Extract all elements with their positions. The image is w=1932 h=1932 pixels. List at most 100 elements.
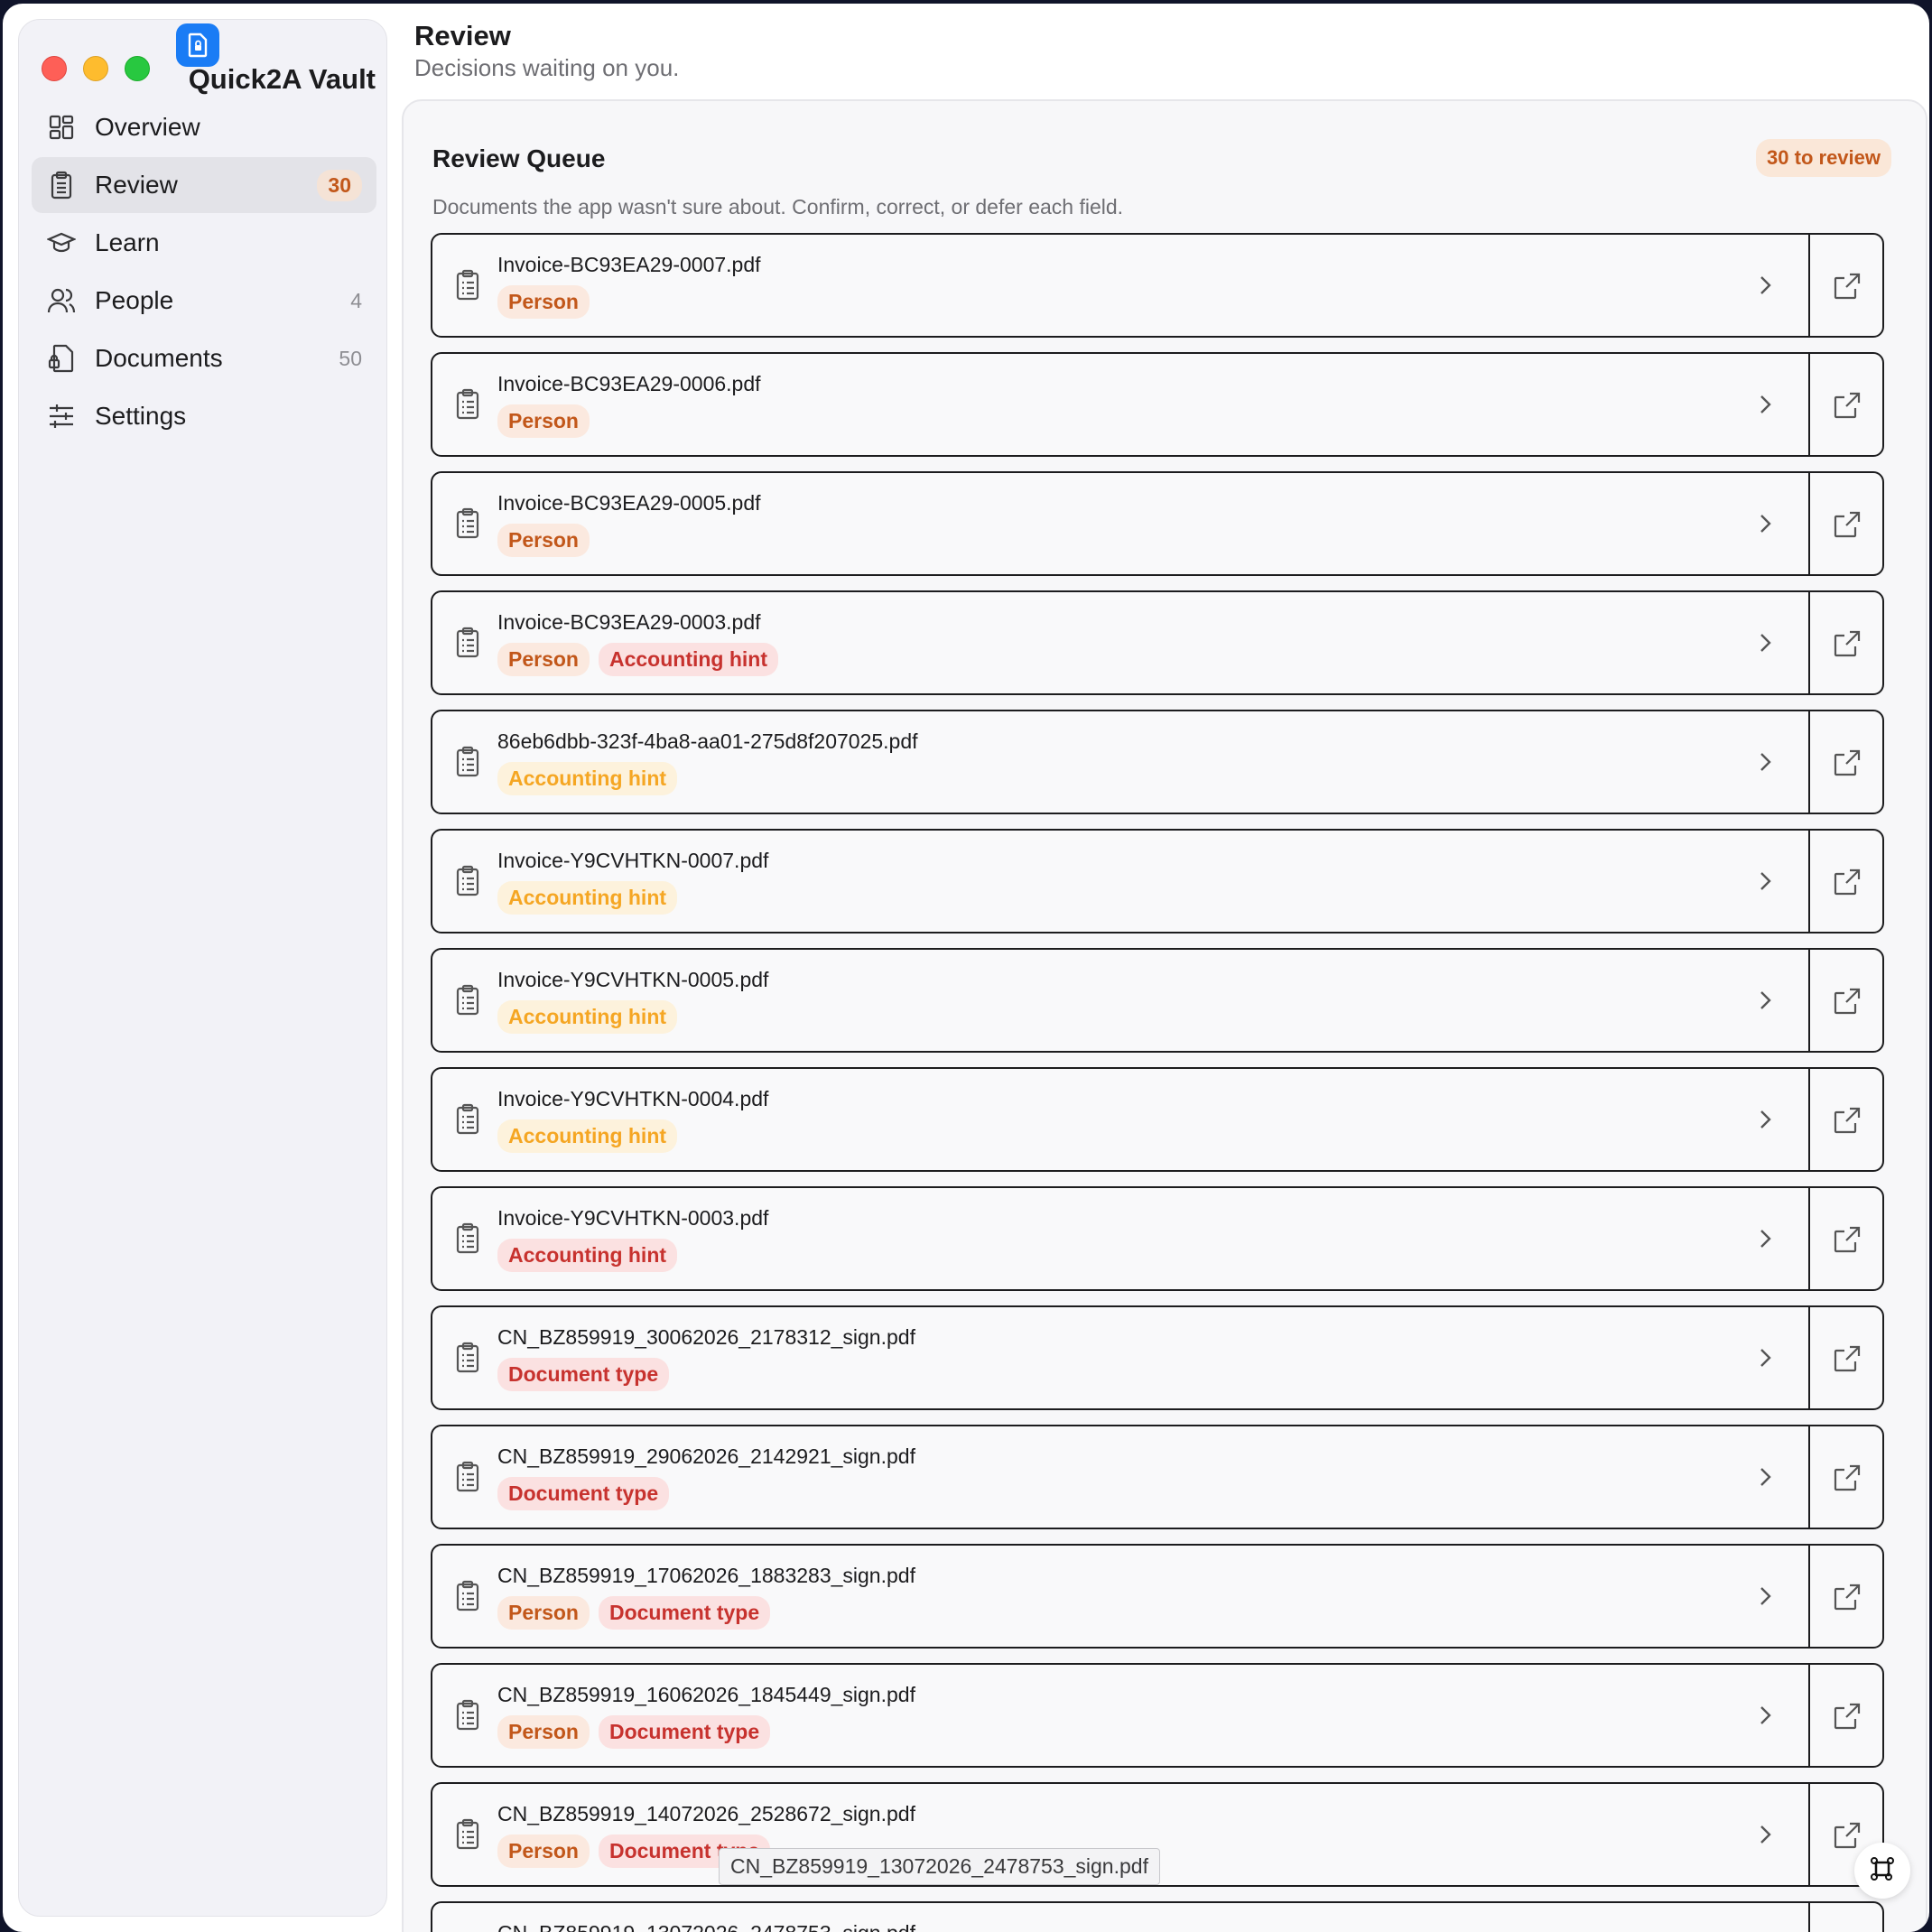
field-tag: Person: [497, 1596, 590, 1630]
close-window-button[interactable]: [42, 56, 67, 81]
sidebar-item-learn[interactable]: Learn: [32, 215, 376, 271]
people-icon: [46, 285, 77, 316]
field-tag: Accounting hint: [497, 1119, 678, 1153]
open-external-icon[interactable]: [1832, 1582, 1862, 1612]
row-divider: [1808, 1426, 1810, 1528]
clipboard-icon: [454, 388, 487, 424]
chevron-right-icon[interactable]: [1751, 509, 1779, 538]
open-external-icon[interactable]: [1832, 1343, 1862, 1374]
app-logo-icon: [176, 23, 219, 67]
chevron-right-icon[interactable]: [1751, 390, 1779, 419]
field-tag: Person: [497, 404, 590, 438]
open-external-icon[interactable]: [1832, 1820, 1862, 1851]
row-divider: [1808, 1665, 1810, 1766]
documents-count: 50: [339, 346, 362, 370]
field-tags: Accounting hint: [497, 1239, 678, 1272]
field-tags: Accounting hint: [497, 1119, 678, 1153]
chevron-right-icon[interactable]: [1751, 1105, 1779, 1134]
sidebar-item-review[interactable]: Review 30: [32, 157, 376, 213]
sidebar-item-settings[interactable]: Settings: [32, 388, 376, 444]
queue-row[interactable]: Invoice-BC93EA29-0005.pdf Person: [431, 471, 1884, 576]
queue-row[interactable]: Invoice-BC93EA29-0006.pdf Person: [431, 352, 1884, 457]
clipboard-icon: [454, 1461, 487, 1497]
open-external-icon[interactable]: [1832, 1105, 1862, 1136]
open-external-icon[interactable]: [1832, 867, 1862, 897]
queue-row[interactable]: CN_BZ859919_29062026_2142921_sign.pdf Doc…: [431, 1425, 1884, 1529]
queue-row[interactable]: CN_BZ859919_16062026_1845449_sign.pdf Per…: [431, 1663, 1884, 1768]
chevron-right-icon[interactable]: [1751, 1224, 1779, 1253]
sidebar-item-overview[interactable]: Overview: [32, 99, 376, 155]
open-external-icon[interactable]: [1832, 1463, 1862, 1493]
app-name: Quick2A Vault: [188, 63, 376, 95]
field-tag: Accounting hint: [598, 643, 779, 676]
chevron-right-icon[interactable]: [1751, 1701, 1779, 1730]
field-tags: Accounting hint: [497, 881, 678, 915]
sidebar-item-people[interactable]: People 4: [32, 273, 376, 329]
chevron-right-icon[interactable]: [1751, 1582, 1779, 1611]
review-count-badge: 30: [317, 169, 362, 201]
field-tag: Person: [497, 643, 590, 676]
clipboard-icon: [454, 507, 487, 543]
open-external-icon[interactable]: [1832, 390, 1862, 421]
open-external-icon[interactable]: [1832, 986, 1862, 1017]
zoom-window-button[interactable]: [125, 56, 150, 81]
sidebar-nav: Overview Review 30 Learn People 4 Docume…: [32, 99, 376, 446]
sidebar-item-label: Review: [95, 171, 178, 199]
chevron-right-icon[interactable]: [1751, 986, 1779, 1015]
document-filename: CN_BZ859919_13072026_2478753_sign.pdf: [497, 1921, 915, 1932]
chevron-right-icon[interactable]: [1751, 1343, 1779, 1372]
field-tags: Document type: [497, 1358, 670, 1391]
field-tag: Accounting hint: [497, 881, 678, 915]
field-tag: Person: [497, 1834, 590, 1868]
clipboard-icon: [454, 1580, 487, 1616]
row-divider: [1808, 1307, 1810, 1408]
chevron-right-icon[interactable]: [1751, 628, 1779, 657]
chevron-right-icon[interactable]: [1751, 271, 1779, 300]
open-external-icon[interactable]: [1832, 628, 1862, 659]
open-external-icon[interactable]: [1832, 748, 1862, 778]
field-tag: Document type: [497, 1358, 670, 1391]
chevron-right-icon[interactable]: [1751, 1463, 1779, 1491]
open-external-icon[interactable]: [1832, 1701, 1862, 1732]
clipboard-icon: [454, 1818, 487, 1854]
open-external-icon[interactable]: [1832, 271, 1862, 302]
floating-action-button[interactable]: [1854, 1843, 1910, 1899]
queue-row[interactable]: Invoice-Y9CVHTKN-0005.pdf Accounting hint: [431, 948, 1884, 1053]
page-subtitle: Decisions waiting on you.: [414, 54, 680, 81]
queue-row[interactable]: CN_BZ859919_13072026_2478753_sign.pdf: [431, 1901, 1884, 1932]
field-tags: Person: [497, 524, 590, 557]
field-tag: Document type: [598, 1715, 771, 1749]
queue-row[interactable]: Invoice-BC93EA29-0003.pdf Person Accountin…: [431, 590, 1884, 695]
sidebar-item-label: People: [95, 286, 174, 314]
row-divider: [1808, 1546, 1810, 1647]
grid-icon: [46, 112, 77, 143]
queue-row[interactable]: 86eb6dbb-323f-4ba8-aa01-275d8f207025.pdf…: [431, 710, 1884, 814]
queue-row[interactable]: CN_BZ859919_30062026_2178312_sign.pdf Doc…: [431, 1305, 1884, 1410]
row-divider: [1808, 711, 1810, 813]
queue-row[interactable]: CN_BZ859919_17062026_1883283_sign.pdf Per…: [431, 1544, 1884, 1649]
document-filename: Invoice-BC93EA29-0005.pdf: [497, 491, 761, 515]
open-external-icon[interactable]: [1832, 509, 1862, 540]
chevron-right-icon[interactable]: [1751, 867, 1779, 896]
queue-row[interactable]: Invoice-Y9CVHTKN-0004.pdf Accounting hint: [431, 1067, 1884, 1172]
row-divider: [1808, 235, 1810, 336]
sidebar-item-documents[interactable]: Documents 50: [32, 330, 376, 386]
review-list: Invoice-BC93EA29-0007.pdf Person Invoice-B…: [431, 233, 1884, 1932]
clipboard-icon: [454, 269, 487, 305]
clipboard-icon: [454, 1222, 487, 1259]
field-tag: Person: [497, 524, 590, 557]
queue-row[interactable]: Invoice-BC93EA29-0007.pdf Person: [431, 233, 1884, 338]
queue-row[interactable]: Invoice-Y9CVHTKN-0003.pdf Accounting hint: [431, 1186, 1884, 1291]
queue-row[interactable]: Invoice-Y9CVHTKN-0007.pdf Accounting hint: [431, 829, 1884, 933]
field-tags: Person Document type: [497, 1715, 771, 1749]
open-external-icon[interactable]: [1832, 1224, 1862, 1255]
panel-title: Review Queue: [432, 144, 606, 172]
minimize-window-button[interactable]: [83, 56, 108, 81]
sidebar-item-label: Documents: [95, 344, 223, 372]
review-count-badge: 30 to review: [1756, 139, 1891, 177]
chevron-right-icon[interactable]: [1751, 748, 1779, 776]
chevron-right-icon[interactable]: [1751, 1820, 1779, 1849]
sliders-icon: [46, 401, 77, 432]
row-divider: [1808, 831, 1810, 932]
clipboard-icon: [454, 1342, 487, 1378]
